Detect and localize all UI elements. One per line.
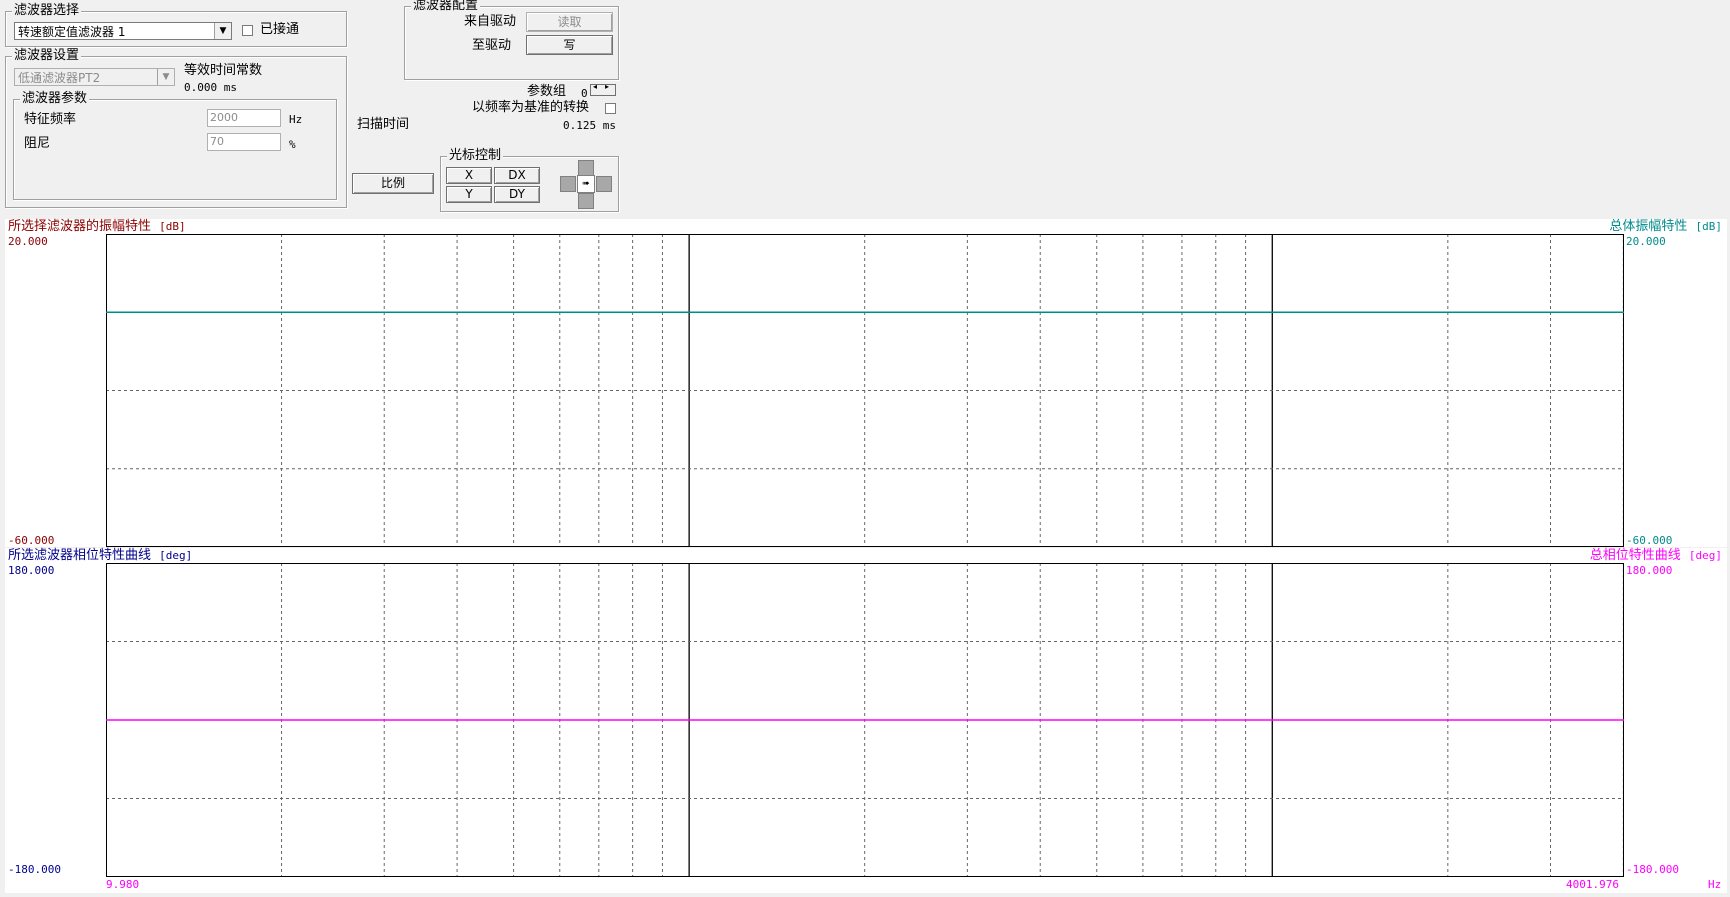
chevron-down-icon[interactable]: ▼ <box>214 23 231 39</box>
phase-title-right: 总相位特性曲线 [deg] <box>1590 548 1722 563</box>
phase-ymin-right: -180.000 <box>1626 863 1679 876</box>
freq-unit: Hz <box>289 113 303 126</box>
phase-title-left: 所选滤波器相位特性曲线 [deg] <box>8 548 192 563</box>
cursor-center-button[interactable]: ➠ <box>577 175 595 193</box>
scan-time-value: 0.125 ms <box>563 119 616 132</box>
amp-unit-left: [dB] <box>159 220 186 233</box>
phase-ymax-right: 180.000 <box>1626 564 1673 577</box>
amp-ymin-right: -60.000 <box>1626 534 1673 547</box>
amp-title-left-text: 所选择滤波器的振幅特性 <box>8 219 152 234</box>
from-drive-label: 来自驱动 <box>464 14 517 29</box>
filter-params-legend: 滤波器参数 <box>20 91 90 107</box>
phase-ymax-left: 180.000 <box>8 564 55 577</box>
equiv-time-value: 0.000 ms <box>184 81 237 94</box>
amp-unit-right: [dB] <box>1695 220 1723 233</box>
amp-ymax-right: 20.000 <box>1626 235 1666 248</box>
freq-input[interactable]: 2000 <box>207 109 281 127</box>
phase-title-left-text: 所选滤波器相位特性曲线 <box>8 548 152 563</box>
cursor-x-button[interactable]: X <box>446 167 492 184</box>
amp-ymin-left: -60.000 <box>8 534 55 547</box>
amp-title-right: 总体振幅特性 [dB] <box>1609 219 1722 234</box>
read-button[interactable]: 读取 <box>526 12 613 32</box>
connected-label: 已接通 <box>260 22 300 37</box>
filter-select-legend: 滤波器选择 <box>12 3 82 19</box>
x-unit-label: Hz <box>1708 878 1722 891</box>
double-arrow-right-icon: ➠ <box>582 179 590 189</box>
scan-time-label: 扫描时间 <box>357 117 410 132</box>
filter-type-combo[interactable]: 低通滤波器PT2 ▼ <box>14 68 175 86</box>
chevron-down-icon[interactable]: ▼ <box>157 69 174 85</box>
phase-title-right-text: 总相位特性曲线 <box>1589 548 1681 563</box>
x-max-label: 4001.976 <box>1566 878 1619 891</box>
spin-left-icon[interactable]: ◂ <box>593 82 597 91</box>
cursor-dx-button[interactable]: DX <box>494 167 540 184</box>
freq-label: 特征频率 <box>24 112 77 127</box>
write-button[interactable]: 写 <box>526 35 613 55</box>
amplitude-chart[interactable] <box>106 234 1624 547</box>
scale-button[interactable]: 比例 <box>352 173 434 194</box>
damping-input[interactable]: 70 <box>207 133 281 151</box>
phase-unit-right: [deg] <box>1688 549 1722 562</box>
cursor-down-button[interactable] <box>578 193 594 209</box>
damping-label: 阻尼 <box>24 136 51 151</box>
filter-type-value: 低通滤波器PT2 <box>18 71 101 85</box>
param-group-spinner[interactable]: ◂ ▸ <box>590 82 616 96</box>
cursor-pad: ➠ <box>558 160 612 209</box>
filter-settings-legend: 滤波器设置 <box>12 48 82 64</box>
cursor-right-button[interactable] <box>596 176 612 192</box>
filter-select-value: 转速额定值滤波器 1 <box>18 25 126 39</box>
filter-select-combo[interactable]: 转速额定值滤波器 1 ▼ <box>14 22 232 40</box>
cursor-dy-button[interactable]: DY <box>494 186 540 203</box>
amp-title-left: 所选择滤波器的振幅特性 [dB] <box>8 219 186 234</box>
cursor-left-button[interactable] <box>560 176 576 192</box>
x-min-label: 9.980 <box>106 878 140 891</box>
freq-based-label: 以频率为基准的转换 <box>472 100 590 115</box>
equiv-time-label: 等效时间常数 <box>184 63 263 78</box>
param-group-label: 参数组 <box>527 84 567 99</box>
filter-config-legend: 滤波器配置 <box>411 0 481 14</box>
cursor-control-legend: 光标控制 <box>447 148 504 164</box>
damping-unit: % <box>289 138 296 151</box>
to-drive-label: 至驱动 <box>472 38 512 53</box>
phase-chart[interactable] <box>106 563 1624 877</box>
cursor-up-button[interactable] <box>578 160 594 176</box>
amp-title-right-text: 总体振幅特性 <box>1609 219 1688 234</box>
spin-right-icon[interactable]: ▸ <box>605 82 609 91</box>
phase-ymin-left: -180.000 <box>8 863 61 876</box>
cursor-y-button[interactable]: Y <box>446 186 492 203</box>
phase-unit-left: [deg] <box>159 549 193 562</box>
freq-based-checkbox[interactable] <box>605 103 616 114</box>
connected-checkbox[interactable] <box>242 25 253 36</box>
amp-ymax-left: 20.000 <box>8 235 48 248</box>
